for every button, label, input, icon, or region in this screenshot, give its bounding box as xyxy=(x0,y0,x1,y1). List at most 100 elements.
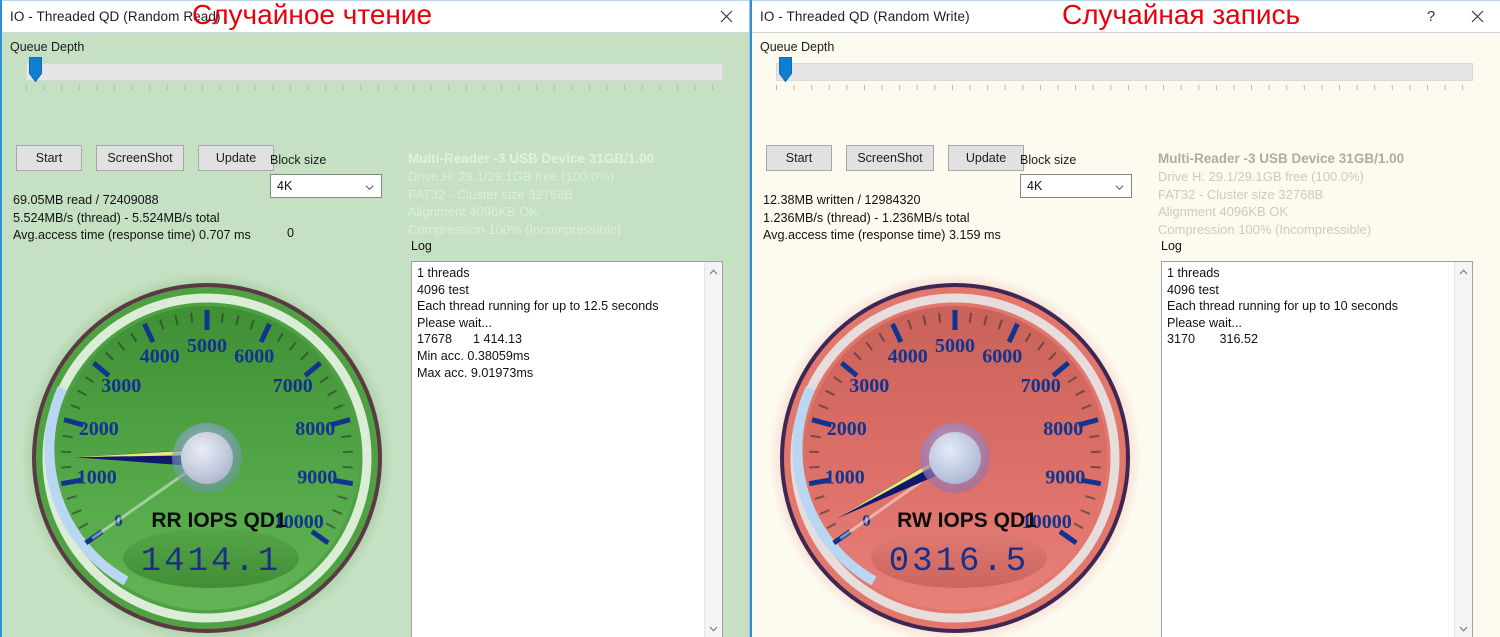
stat-line-1: 12.38MB written / 12984320 xyxy=(763,193,921,207)
queue-depth-label: Queue Depth xyxy=(760,40,835,54)
stat-line-2: 5.524MB/s (thread) - 5.524MB/s total xyxy=(13,210,220,225)
gauge-random-write: 0100020003000400050006000700080009000100… xyxy=(762,265,1148,637)
action-buttons-read: Start ScreenShot Update xyxy=(16,145,274,171)
log-label: Log xyxy=(1161,239,1182,253)
gauge-random-read: 0100020003000400050006000700080009000100… xyxy=(14,265,400,637)
update-button[interactable]: Update xyxy=(948,145,1024,171)
start-button[interactable]: Start xyxy=(766,145,832,171)
log-label: Log xyxy=(411,239,432,253)
gauge-tick xyxy=(61,450,72,454)
stat-line-3: Avg.access time (response time) 3.159 ms xyxy=(763,228,1001,242)
start-button[interactable]: Start xyxy=(16,145,82,171)
block-size-value: 4K xyxy=(277,179,293,193)
gauge-tick xyxy=(809,465,820,469)
window-body-read: Queue Depth Start ScreenShot Update Bloc… xyxy=(2,33,749,637)
device-info-write: Multi-Reader -3 USB Device 31GB/1.00 Dri… xyxy=(1158,150,1478,238)
gauge-tick xyxy=(190,312,194,323)
queue-depth-slider[interactable] xyxy=(17,57,723,92)
log-text: 1 threads 4096 test Each thread running … xyxy=(417,266,659,380)
block-size-select[interactable]: 4K xyxy=(1020,174,1132,198)
annotation-label-write: Случайная запись xyxy=(1062,0,1301,30)
slider-ticks xyxy=(776,83,1473,90)
annotation-label-read: Случайное чтение xyxy=(192,0,433,30)
log-scrollbar[interactable] xyxy=(1454,262,1472,637)
update-button[interactable]: Update xyxy=(198,145,274,171)
window-body-write: Queue Depth Start ScreenShot Update Bloc… xyxy=(752,33,1500,637)
device-line-4: Compression 100% (Incompressible) xyxy=(1158,221,1372,237)
device-line-2: FAT32 - Cluster size 32768B xyxy=(1158,186,1324,202)
block-size-value: 4K xyxy=(1027,179,1043,193)
gauge-tick-label: 3000 xyxy=(101,375,141,397)
stats-block-read: 69.05MB read / 72409088 5.524MB/s (threa… xyxy=(13,192,251,245)
gauge-tick-label: 3000 xyxy=(849,375,889,397)
gauge-tick xyxy=(1090,465,1101,469)
log-textarea[interactable]: 1 threads 4096 test Each thread running … xyxy=(1161,261,1473,637)
titlebar-random-write[interactable]: IO - Threaded QD (Random Write) Случайна… xyxy=(752,0,1500,33)
block-size-select[interactable]: 4K xyxy=(270,174,382,198)
gauge-led-value: 1414.1 xyxy=(141,543,281,581)
chevron-down-icon xyxy=(1115,185,1124,191)
gauge-tick-label: 8000 xyxy=(1043,418,1083,440)
gauge-tick-label: 6000 xyxy=(982,346,1022,368)
slider-thumb[interactable] xyxy=(779,57,792,83)
log-text: 1 threads 4096 test Each thread running … xyxy=(1167,266,1399,347)
gauge-tick-label: 5000 xyxy=(935,335,975,357)
gauge-tick-label: 9000 xyxy=(297,466,337,488)
screenshot-button[interactable]: ScreenShot xyxy=(96,145,184,171)
gauge-tick xyxy=(809,450,820,454)
device-title: Multi-Reader -3 USB Device 31GB/1.00 xyxy=(408,151,655,166)
queue-depth-slider[interactable] xyxy=(767,57,1473,92)
gauge-tick xyxy=(61,465,72,469)
gauge-tick xyxy=(1090,450,1101,454)
gauge-tick-label: 2000 xyxy=(827,418,867,440)
scroll-up-icon[interactable] xyxy=(1455,263,1472,280)
gauge-tick-label: 8000 xyxy=(295,418,335,440)
stat-line-2: 1.236MB/s (thread) - 1.236MB/s total xyxy=(763,210,970,225)
gauge-tick-label: 7000 xyxy=(1021,375,1061,397)
gauge-tick-label: 7000 xyxy=(273,375,313,397)
device-line-3: Alignment 4096KB OK xyxy=(408,204,539,219)
chevron-down-icon xyxy=(365,185,374,191)
close-icon[interactable] xyxy=(703,1,749,32)
window-controls xyxy=(703,1,749,32)
scroll-down-icon[interactable] xyxy=(705,620,722,637)
scroll-up-icon[interactable] xyxy=(705,263,722,280)
window-title: IO - Threaded QD (Random Read) xyxy=(10,9,221,24)
gauge-led-value: 0316.5 xyxy=(889,543,1029,581)
extra-counter-value: 0 xyxy=(287,226,295,240)
close-icon[interactable] xyxy=(1454,1,1500,32)
log-textarea[interactable]: 1 threads 4096 test Each thread running … xyxy=(411,261,723,637)
device-line-1: Drive H: 29.1/29.1GB free (100.0%) xyxy=(1158,169,1364,184)
gauge-tick xyxy=(968,312,972,323)
gauge-tick-label: 9000 xyxy=(1045,466,1085,488)
log-scrollbar[interactable] xyxy=(704,262,722,637)
gauge-tick-label: 2000 xyxy=(79,418,119,440)
device-line-2: FAT32 - Cluster size 32768B xyxy=(408,186,574,202)
gauge-tick-label: 6000 xyxy=(234,346,274,368)
device-line-3: Alignment 4096KB OK xyxy=(1158,204,1289,219)
slider-ticks xyxy=(26,83,723,90)
queue-depth-label: Queue Depth xyxy=(10,40,85,54)
scroll-down-icon[interactable] xyxy=(1455,620,1472,637)
slider-thumb[interactable] xyxy=(29,57,42,83)
stats-block-write: 12.38MB written / 12984320 1.236MB/s (th… xyxy=(763,192,1001,245)
help-icon[interactable]: ? xyxy=(1408,1,1454,32)
block-size-label: Block size xyxy=(270,153,327,167)
gauge-tick-label: 4000 xyxy=(140,346,180,368)
gauge-tick-label: 5000 xyxy=(187,335,227,357)
slider-track[interactable] xyxy=(776,63,1473,81)
window-controls: ? xyxy=(1408,1,1500,32)
device-title: Multi-Reader -3 USB Device 31GB/1.00 xyxy=(1158,151,1405,166)
device-line-1: Drive H: 29.1/29.1GB free (100.0%) xyxy=(408,169,614,184)
gauge-tick-label: 1000 xyxy=(77,466,117,488)
screenshot-root: IO - Threaded QD (Random Read) Случайное… xyxy=(0,0,1500,637)
window-random-read: IO - Threaded QD (Random Read) Случайное… xyxy=(0,0,750,637)
titlebar-random-read[interactable]: IO - Threaded QD (Random Read) Случайное… xyxy=(2,0,749,33)
slider-track[interactable] xyxy=(26,63,723,81)
device-info-read: Multi-Reader -3 USB Device 31GB/1.00 Dri… xyxy=(408,150,728,238)
stat-line-3: Avg.access time (response time) 0.707 ms xyxy=(13,228,251,242)
window-random-write: IO - Threaded QD (Random Write) Случайна… xyxy=(750,0,1500,637)
gauge-tick-label: 4000 xyxy=(888,346,928,368)
gauge-tick xyxy=(938,312,942,323)
screenshot-button[interactable]: ScreenShot xyxy=(846,145,934,171)
